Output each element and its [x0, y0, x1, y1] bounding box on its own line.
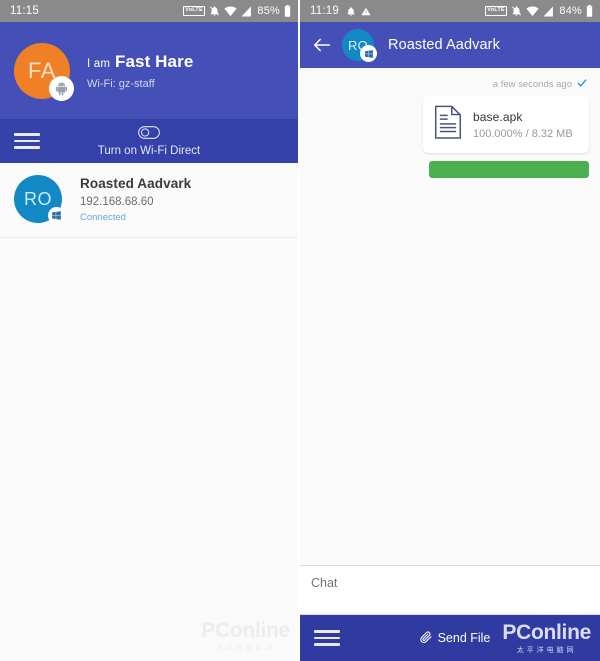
cellular-signal-icon: [543, 6, 554, 17]
notifications-muted-icon: [209, 5, 220, 17]
paperclip-icon: [419, 630, 433, 647]
profile-prefix: I am: [87, 57, 111, 70]
toggle-off-icon: [138, 125, 160, 144]
profile-avatar-wrap[interactable]: FA: [14, 42, 74, 101]
warning-icon: [361, 6, 371, 17]
device-list: RO Roasted Aadvark 192.168.68.60 Connect…: [0, 163, 298, 238]
progress-bar-fill: [429, 161, 589, 178]
send-file-label: Send File: [437, 631, 491, 645]
back-arrow-icon[interactable]: [311, 34, 333, 56]
battery-percent-label: 84%: [559, 5, 582, 17]
file-transfer-card[interactable]: base.apk 100.000% / 8.32 MB: [423, 96, 589, 153]
battery-icon: [586, 5, 593, 17]
message-meta: a few seconds ago: [493, 78, 587, 91]
watermark: PConline 太平洋电脑网: [502, 622, 591, 655]
right-phone-screen: 11:19 VoLTE 84% RO Roasted Aadvark a few…: [300, 0, 600, 661]
watermark-text: PConline: [502, 620, 591, 644]
right-status-bar: 11:19 VoLTE 84%: [300, 0, 600, 22]
file-progress-label: 100.000% / 8.32 MB: [473, 127, 573, 140]
hamburger-menu-icon[interactable]: [314, 626, 340, 651]
left-phone-screen: 11:15 VoLTE 85% FA I am Fast Hare Wi-Fi:…: [0, 0, 300, 661]
device-ip: 192.168.68.60: [80, 195, 154, 208]
device-name: Roasted Aadvark: [80, 175, 192, 191]
cellular-signal-icon: [241, 6, 252, 17]
status-icons: VoLTE 84%: [484, 5, 593, 17]
progress-bar: [429, 161, 589, 178]
notifications-muted-icon: [511, 5, 522, 17]
send-file-button[interactable]: Send File: [419, 630, 491, 647]
list-item[interactable]: RO Roasted Aadvark 192.168.68.60 Connect…: [0, 163, 298, 238]
checkmark-icon: [577, 78, 587, 91]
status-time: 11:19: [310, 5, 339, 17]
device-text: Roasted Aadvark 192.168.68.60 Connected: [80, 176, 191, 223]
chat-message-area: a few seconds ago base.apk 100.000% / 8.…: [300, 68, 600, 565]
status-notification-icons: [346, 6, 371, 17]
profile-name: Fast Hare: [115, 51, 194, 71]
message-timestamp: a few seconds ago: [492, 79, 572, 90]
wifi-direct-center: Turn on Wi-Fi Direct: [0, 119, 298, 163]
page-title: Roasted Aadvark: [388, 37, 500, 53]
status-icons: VoLTE 85%: [182, 5, 291, 17]
chat-app-bar: RO Roasted Aadvark: [300, 22, 600, 68]
android-icon: [49, 75, 74, 101]
chat-input[interactable]: [311, 576, 589, 590]
dual-screenshot-container: 11:15 VoLTE 85% FA I am Fast Hare Wi-Fi:…: [0, 0, 600, 661]
windows-icon: [360, 45, 377, 62]
status-time: 11:15: [10, 5, 39, 17]
chat-avatar-wrap[interactable]: RO: [342, 29, 377, 62]
bottom-action-bar: Send File PConline 太平洋电脑网: [300, 615, 600, 661]
hamburger-menu-icon[interactable]: [14, 129, 40, 154]
wifi-icon: [526, 5, 539, 17]
watermark: PConline 太平洋电脑网: [201, 620, 290, 653]
wifi-icon: [224, 5, 237, 17]
status-badge: Connected: [80, 211, 126, 223]
wifi-direct-bar[interactable]: Turn on Wi-Fi Direct: [0, 119, 298, 163]
battery-icon: [284, 5, 291, 17]
left-status-bar: 11:15 VoLTE 85%: [0, 0, 298, 22]
volte-icon: VoLTE: [484, 6, 508, 16]
message-row: a few seconds ago base.apk 100.000% / 8.…: [311, 78, 589, 178]
watermark-subtext: 太平洋电脑网: [215, 645, 276, 652]
volte-icon: VoLTE: [182, 6, 206, 16]
notification-bell-icon: [346, 6, 356, 17]
wifi-direct-label: Turn on Wi-Fi Direct: [97, 144, 201, 157]
document-icon: [433, 105, 463, 144]
file-name: base.apk: [473, 109, 523, 124]
watermark-text: PConline: [201, 619, 290, 642]
profile-text: I am Fast Hare Wi-Fi: gz-staff: [87, 52, 193, 90]
profile-network: Wi-Fi: gz-staff: [87, 77, 155, 90]
profile-name-line: I am Fast Hare: [87, 52, 193, 72]
watermark-subtext: 太平洋电脑网: [516, 646, 577, 654]
windows-icon: [48, 207, 65, 224]
file-info: base.apk 100.000% / 8.32 MB: [473, 110, 573, 140]
profile-header[interactable]: FA I am Fast Hare Wi-Fi: gz-staff: [0, 22, 298, 119]
battery-percent-label: 85%: [257, 5, 280, 17]
chat-input-container[interactable]: [300, 565, 600, 615]
device-avatar-wrap: RO: [14, 175, 65, 224]
